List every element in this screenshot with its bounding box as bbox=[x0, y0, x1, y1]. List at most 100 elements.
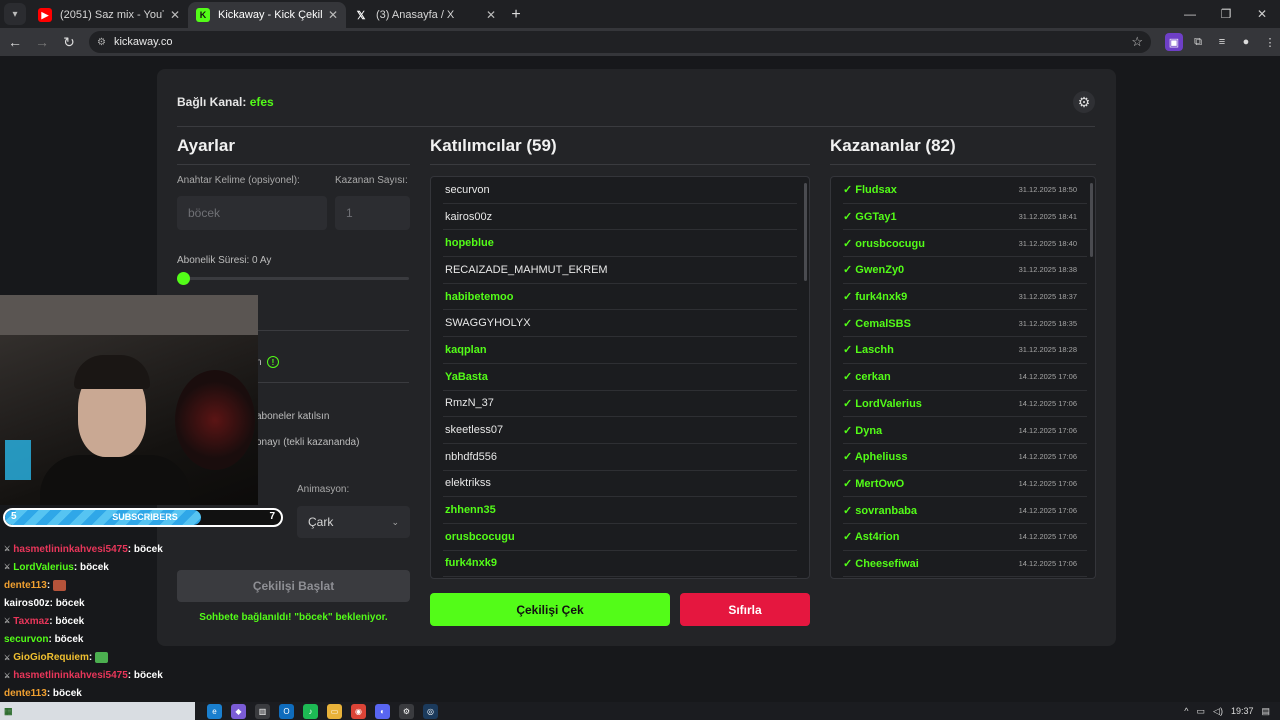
reload-icon[interactable]: ↻ bbox=[57, 30, 81, 54]
copilot-icon[interactable]: ◆ bbox=[231, 703, 246, 719]
participants-divider bbox=[430, 164, 810, 165]
os-taskbar: ▦ e ◆ ▥ O ♪ ▭ ◉ ◐ ⚙ ◎ ^ ▭ ◁) 19:37 ▤ bbox=[0, 702, 1280, 720]
chat-text: : böcek bbox=[73, 561, 109, 573]
draw-button[interactable]: Çekilişi Çek bbox=[430, 593, 670, 626]
participant-row: zhhenn35 bbox=[443, 497, 797, 524]
back-icon[interactable]: ← bbox=[3, 30, 27, 54]
close-tab-icon[interactable]: ✕ bbox=[328, 8, 338, 22]
close-window-icon[interactable]: ✕ bbox=[1244, 0, 1280, 28]
winner-name: ✓ Fludsax bbox=[843, 184, 897, 197]
participant-row: YaBasta bbox=[443, 364, 797, 391]
spotify-icon[interactable]: ♪ bbox=[303, 703, 318, 719]
tab-search-icon[interactable]: ▾ bbox=[4, 3, 26, 25]
forward-icon[interactable]: → bbox=[30, 30, 54, 54]
chat-emote-icon bbox=[95, 652, 109, 664]
tab-kickaway[interactable]: K Kickaway - Kick Çekiliş Aracı ✕ bbox=[188, 2, 346, 28]
winner-name: ✓ furk4nxk9 bbox=[843, 291, 908, 304]
chat-message: ⚔ LordValerius : böcek bbox=[4, 558, 254, 576]
winner-count-input[interactable]: 1 bbox=[335, 196, 410, 230]
reading-list-icon[interactable]: ≡ bbox=[1213, 33, 1231, 51]
taskbar-widget[interactable]: ▦ bbox=[0, 702, 195, 720]
chat-text: : böcek bbox=[48, 634, 84, 646]
discord-icon[interactable]: ◐ bbox=[375, 703, 390, 719]
url-text: kickaway.co bbox=[113, 36, 173, 48]
extension-twitch-icon[interactable]: ▣ bbox=[1165, 33, 1183, 51]
animation-value: Çark bbox=[308, 515, 334, 529]
confirm-label: onayı (tekli kazananda) bbox=[256, 437, 360, 448]
chat-message: dente113 : böcek bbox=[4, 685, 254, 703]
participant-row: orusbcocugu bbox=[443, 524, 797, 551]
slider-handle[interactable] bbox=[177, 272, 190, 285]
winners-divider bbox=[830, 164, 1096, 165]
bookmark-star-icon[interactable]: ☆ bbox=[1131, 34, 1143, 50]
settings-gear-icon[interactable]: ⚙ bbox=[1073, 91, 1095, 113]
chat-message: ⚔ hasmetlininkahvesi5475 : böcek bbox=[4, 540, 254, 558]
keyword-input[interactable]: böcek bbox=[177, 196, 327, 230]
participant-row: elektrikss bbox=[443, 471, 797, 498]
channel-name: efes bbox=[249, 95, 274, 109]
reset-button[interactable]: Sıfırla bbox=[680, 593, 810, 626]
settings-app-icon[interactable]: ⚙ bbox=[399, 703, 414, 719]
chat-text: : bbox=[88, 652, 93, 664]
store-icon[interactable]: ▥ bbox=[255, 703, 270, 719]
restore-icon[interactable]: ❐ bbox=[1208, 0, 1244, 28]
menu-kebab-icon[interactable]: ⋮ bbox=[1261, 33, 1279, 51]
participant-row: hopeblue bbox=[443, 230, 797, 258]
close-tab-icon[interactable]: ✕ bbox=[170, 8, 180, 22]
winner-date: 31.12.2025 18:40 bbox=[1018, 238, 1077, 248]
window-controls: — ❐ ✕ bbox=[1172, 0, 1280, 28]
close-tab-icon[interactable]: ✕ bbox=[486, 8, 496, 22]
sub-duration-label: Abonelik Süresi: 0 Ay bbox=[177, 255, 272, 266]
winners-title: Kazananlar (82) bbox=[830, 136, 956, 155]
site-info-icon[interactable]: ⚙ bbox=[97, 37, 106, 48]
winner-row: ✓ Fludsax 31.12.2025 18:50 bbox=[843, 177, 1087, 204]
edge-icon[interactable]: e bbox=[207, 703, 222, 719]
sub-duration-slider[interactable] bbox=[177, 277, 409, 280]
winner-date: 31.12.2025 18:35 bbox=[1018, 318, 1077, 328]
cam-neon-light bbox=[5, 440, 31, 480]
chat-username: dente113 bbox=[4, 688, 47, 700]
animation-select[interactable]: Çark ⌄ bbox=[297, 506, 410, 538]
new-tab-button[interactable]: + bbox=[504, 3, 528, 27]
file-explorer-icon[interactable]: ▭ bbox=[327, 703, 342, 719]
chat-message: ⚔ Taxmaz : böcek bbox=[4, 612, 254, 630]
participants-scrollbar[interactable] bbox=[804, 183, 807, 281]
chrome-icon[interactable]: ◉ bbox=[351, 703, 366, 719]
settings-title: Ayarlar bbox=[177, 136, 235, 155]
participants-list[interactable]: securvon kairos00z hopeblue RECAIZADE_MAHMU… bbox=[430, 176, 810, 579]
minimize-icon[interactable]: — bbox=[1172, 0, 1208, 28]
extensions-puzzle-icon[interactable]: ⧉ bbox=[1189, 33, 1207, 51]
webcam-overlay bbox=[0, 295, 258, 505]
address-bar[interactable]: ⚙ kickaway.co ☆ bbox=[89, 31, 1151, 53]
tab-title: (2051) Saz mix - YouTube bbox=[60, 9, 164, 21]
participant-row: kairos00z bbox=[443, 204, 797, 231]
winners-list[interactable]: ✓ Fludsax 31.12.2025 18:50 ✓ GGTay1 31.12.2… bbox=[830, 176, 1096, 579]
giveaway-card: Bağlı Kanal: efes ⚙ Ayarlar Anahtar Keli… bbox=[157, 69, 1116, 646]
tray-chevron-icon[interactable]: ^ bbox=[1184, 706, 1188, 716]
subs-only-label: aboneler katılsın bbox=[256, 411, 330, 422]
winner-row: ✓ LordValerius 14.12.2025 17:06 bbox=[843, 391, 1087, 418]
winner-name: ✓ cerkan bbox=[843, 371, 891, 384]
winner-name: ✓ Dyna bbox=[843, 424, 883, 437]
winner-row: ✓ GGTay1 31.12.2025 18:41 bbox=[843, 204, 1087, 231]
connected-channel: Bağlı Kanal: efes bbox=[177, 95, 274, 109]
chat-badge-icon: ⚔ bbox=[4, 672, 11, 680]
outlook-icon[interactable]: O bbox=[279, 703, 294, 719]
steam-icon[interactable]: ◎ bbox=[423, 703, 438, 719]
tab-youtube[interactable]: ▶ (2051) Saz mix - YouTube ✕ bbox=[30, 2, 188, 28]
volume-icon[interactable]: ◁) bbox=[1213, 706, 1223, 717]
chat-username: kairos00z bbox=[4, 597, 50, 609]
channel-label: Bağlı Kanal: bbox=[177, 95, 247, 109]
tab-x[interactable]: 𝕏 (3) Anasayfa / X ✕ bbox=[346, 2, 504, 28]
winner-date: 31.12.2025 18:41 bbox=[1018, 212, 1077, 222]
winners-scrollbar[interactable] bbox=[1090, 183, 1093, 257]
winner-name: ✓ GGTay1 bbox=[843, 211, 897, 224]
participant-row: kaqplan bbox=[443, 337, 797, 364]
profile-avatar-icon[interactable]: ● bbox=[1237, 33, 1255, 51]
tab-title: Kickaway - Kick Çekiliş Aracı bbox=[218, 9, 322, 21]
winner-date: 14.12.2025 17:06 bbox=[1018, 398, 1077, 408]
chevron-down-icon: ⌄ bbox=[391, 516, 399, 527]
notification-icon[interactable]: ▤ bbox=[1261, 706, 1270, 717]
clock[interactable]: 19:37 bbox=[1231, 706, 1254, 716]
network-icon[interactable]: ▭ bbox=[1197, 706, 1206, 717]
